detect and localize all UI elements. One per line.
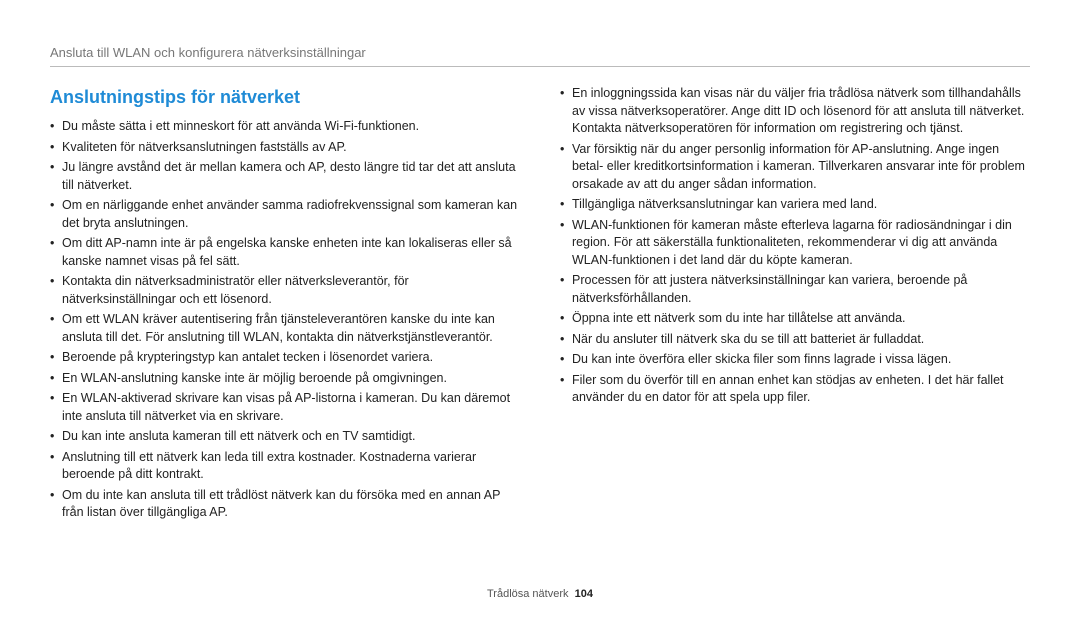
list-item: Om en närliggande enhet använder samma r… <box>50 197 520 232</box>
breadcrumb: Ansluta till WLAN och konfigurera nätver… <box>50 45 1030 67</box>
list-item: Du kan inte ansluta kameran till ett nät… <box>50 428 520 446</box>
list-item: Om du inte kan ansluta till ett trådlöst… <box>50 487 520 522</box>
left-column: Anslutningstips för nätverket Du måste s… <box>50 85 520 578</box>
page: Ansluta till WLAN och konfigurera nätver… <box>0 0 1080 630</box>
list-item: Om ditt AP-namn inte är på engelska kans… <box>50 235 520 270</box>
list-item: Kvaliteten för nätverksanslutningen fast… <box>50 139 520 157</box>
list-item: Var försiktig när du anger personlig inf… <box>560 141 1030 194</box>
right-list: En inloggningssida kan visas när du välj… <box>560 85 1030 407</box>
list-item: Du måste sätta i ett minneskort för att … <box>50 118 520 136</box>
list-item: Om ett WLAN kräver autentisering från tj… <box>50 311 520 346</box>
list-item: Kontakta din nätverksadministratör eller… <box>50 273 520 308</box>
content-columns: Anslutningstips för nätverket Du måste s… <box>50 85 1030 578</box>
list-item: Beroende på krypteringstyp kan antalet t… <box>50 349 520 367</box>
left-list: Du måste sätta i ett minneskort för att … <box>50 118 520 522</box>
list-item: Processen för att justera nätverksinstäl… <box>560 272 1030 307</box>
list-item: En WLAN-anslutning kanske inte är möjlig… <box>50 370 520 388</box>
footer: Trådlösa nätverk 104 <box>50 578 1030 600</box>
right-column: En inloggningssida kan visas när du välj… <box>560 85 1030 578</box>
list-item: När du ansluter till nätverk ska du se t… <box>560 331 1030 349</box>
list-item: Ju längre avstånd det är mellan kamera o… <box>50 159 520 194</box>
list-item: Tillgängliga nätverksanslutningar kan va… <box>560 196 1030 214</box>
section-title: Anslutningstips för nätverket <box>50 85 520 110</box>
list-item: En inloggningssida kan visas när du välj… <box>560 85 1030 138</box>
breadcrumb-text: Ansluta till WLAN och konfigurera nätver… <box>50 45 366 60</box>
list-item: Filer som du överför till en annan enhet… <box>560 372 1030 407</box>
list-item: Öppna inte ett nätverk som du inte har t… <box>560 310 1030 328</box>
list-item: En WLAN-aktiverad skrivare kan visas på … <box>50 390 520 425</box>
list-item: Anslutning till ett nätverk kan leda til… <box>50 449 520 484</box>
list-item: Du kan inte överföra eller skicka filer … <box>560 351 1030 369</box>
list-item: WLAN-funktionen för kameran måste efterl… <box>560 217 1030 270</box>
page-number: 104 <box>575 588 593 600</box>
footer-label: Trådlösa nätverk <box>487 588 569 600</box>
